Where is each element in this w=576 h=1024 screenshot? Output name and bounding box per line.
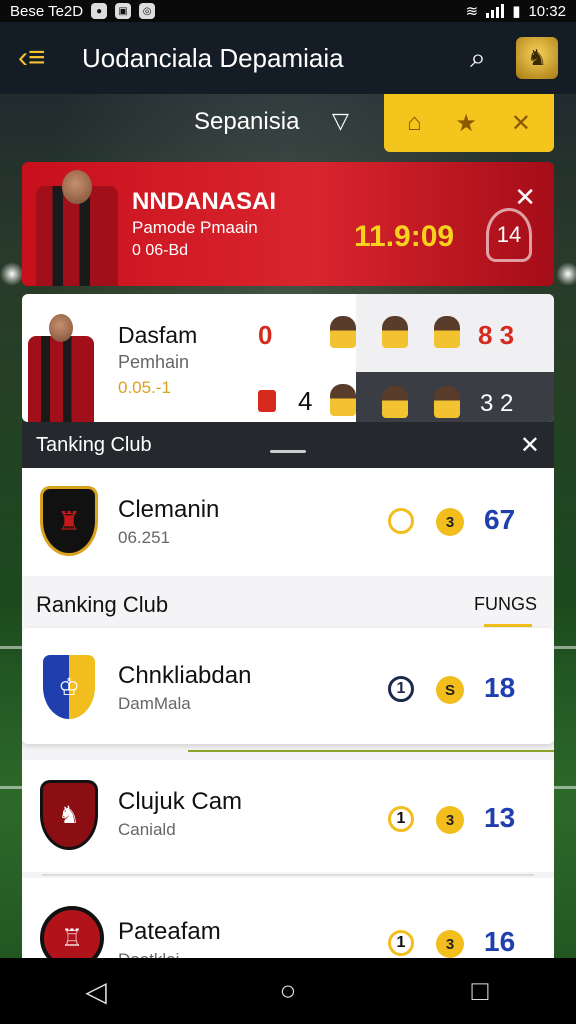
match-team-name: Dasfam — [118, 322, 198, 348]
player-avatar — [330, 384, 356, 416]
right-score-top: 8 3 — [478, 320, 515, 350]
club-logo: ♖ — [40, 906, 104, 958]
featured-detail: 0 06-Bd — [132, 242, 189, 259]
club-subtitle: DamMala — [118, 694, 191, 713]
list-item[interactable]: ♖ Pateafam Dootkloi 1 3 16 — [22, 878, 554, 958]
tab-fungs[interactable]: FUNGS — [474, 594, 537, 615]
close-icon[interactable]: ✕ — [511, 109, 531, 138]
signal-icon — [486, 4, 505, 18]
player-image — [28, 314, 94, 422]
player-image — [36, 170, 118, 286]
notification-icon: ● — [91, 3, 108, 19]
featured-name: NNDANASAI — [132, 188, 276, 215]
player-avatar — [434, 386, 460, 418]
featured-player-card[interactable]: NNDANASAI Pamode Pmaain 0 06-Bd 11.9:09 … — [22, 162, 554, 286]
club-subtitle: Dootkloi — [118, 950, 179, 958]
player-avatar — [382, 316, 408, 348]
club-name: Clemanin — [118, 496, 220, 523]
back-menu-icon[interactable]: ‹≡ — [18, 41, 62, 75]
back-icon[interactable]: ◁ — [66, 975, 126, 1008]
player-avatar — [330, 316, 356, 348]
club-logo: ♔ — [40, 652, 98, 722]
club-subtitle: 06.251 — [118, 528, 170, 547]
stat-circle: 1 — [388, 806, 414, 832]
club-name: Chnkliabdan — [118, 662, 252, 689]
match-card[interactable]: Dasfam Pemhain 0.05.-1 0 4 8 3 3 2 — [22, 294, 554, 422]
player-avatar — [434, 316, 460, 348]
drag-handle[interactable] — [270, 450, 306, 453]
status-left-text: Bese Te2D — [10, 2, 84, 20]
search-icon[interactable]: ⌕ — [458, 42, 498, 75]
app-bar: ‹≡ Uodanciala Depamiaia ⌕ ♞ — [0, 22, 576, 94]
club-subtitle: Caniald — [118, 820, 176, 839]
club-points: 18 — [484, 672, 516, 703]
stat-coin: S — [436, 676, 464, 704]
battery-icon: ▮ — [512, 3, 521, 20]
system-nav-bar: ◁ ○ □ — [0, 958, 576, 1024]
match-detail: 0.05.-1 — [118, 378, 171, 397]
team-crest-icon[interactable]: ♞ — [516, 37, 558, 79]
chevron-down-icon[interactable]: ▽ — [332, 108, 349, 134]
close-icon[interactable]: ✕ — [514, 182, 536, 213]
divider — [42, 874, 534, 876]
star-icon[interactable]: ★ — [455, 109, 477, 138]
club-points: 16 — [484, 926, 516, 957]
wifi-icon: ≋ — [465, 3, 479, 20]
club-name: Clujuk Cam — [118, 788, 243, 815]
club-points: 13 — [484, 802, 516, 833]
toolbox: ⌂ ★ ✕ — [384, 94, 554, 152]
divider — [188, 750, 554, 752]
home-icon[interactable]: ○ — [258, 975, 318, 1007]
page-title: Uodanciala Depamiaia — [82, 42, 344, 73]
stat-coin: 3 — [436, 508, 464, 536]
sheet-title: Tanking Club — [36, 433, 152, 456]
floodlight — [0, 262, 24, 286]
away-score: 4 — [298, 386, 313, 416]
featured-subtitle: Pamode Pmaain — [132, 218, 258, 237]
ranking-sheet: ♜ Clemanin 06.251 3 67 Ranking Club FUNG… — [22, 468, 554, 958]
list-item[interactable]: ♜ Clemanin 06.251 3 67 — [22, 468, 554, 576]
featured-badge: 14 — [486, 208, 532, 262]
filter-row: Sepanisia ▽ ⌂ ★ ✕ — [0, 94, 576, 156]
notification-icon: ◎ — [139, 3, 156, 19]
season-dropdown[interactable]: Sepanisia — [194, 108, 299, 136]
stat-circle — [388, 508, 414, 534]
club-points: 67 — [484, 504, 516, 535]
status-bar: Bese Te2D ● ▣ ◎ ≋ ▮ 10:32 — [0, 0, 576, 22]
right-score-bottom: 3 2 — [480, 390, 514, 417]
close-icon[interactable]: ✕ — [520, 431, 540, 460]
stat-coin: 3 — [436, 806, 464, 834]
notification-icon: ▣ — [115, 3, 132, 19]
card-icon — [258, 390, 276, 412]
stat-circle: 1 — [388, 930, 414, 956]
home-score: 0 — [258, 320, 273, 350]
sheet-header: Tanking Club ✕ — [22, 422, 554, 468]
featured-time: 11.9:09 — [354, 220, 455, 253]
tab-indicator — [484, 624, 532, 627]
recents-icon[interactable]: □ — [450, 975, 510, 1007]
stat-circle: 1 — [388, 676, 414, 702]
stat-coin: 3 — [436, 930, 464, 958]
floodlight — [556, 262, 576, 286]
status-time: 10:32 — [528, 2, 566, 20]
list-item[interactable]: ♞ Clujuk Cam Caniald 1 3 13 — [22, 760, 554, 872]
bookmark-icon[interactable]: ⌂ — [407, 109, 422, 137]
player-avatar — [382, 386, 408, 418]
club-logo: ♜ — [40, 486, 98, 556]
ranking-title: Ranking Club — [36, 592, 169, 617]
match-subtitle: Pemhain — [118, 352, 190, 372]
club-logo: ♞ — [40, 780, 98, 850]
list-item[interactable]: ♔ Chnkliabdan DamMala 1 S 18 — [22, 628, 554, 744]
club-name: Pateafam — [118, 918, 221, 945]
